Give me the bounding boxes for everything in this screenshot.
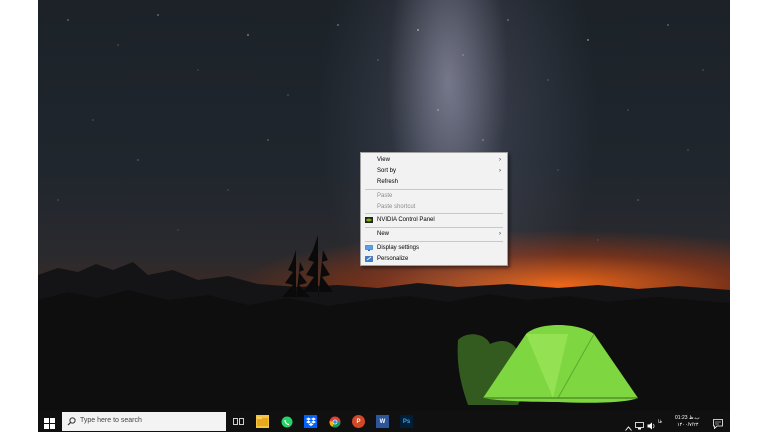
display-icon	[365, 245, 373, 251]
menu-item-new[interactable]: New ›	[361, 229, 507, 239]
word-icon: W	[379, 418, 386, 425]
menu-separator	[365, 241, 503, 242]
photoshop-button[interactable]: Ps	[400, 415, 413, 428]
photoshop-icon: Ps	[402, 418, 411, 425]
chrome-button[interactable]	[328, 415, 341, 428]
menu-item-nvidia-control-panel[interactable]: NVIDIA Control Panel	[361, 215, 507, 225]
menu-item-personalize-label: Personalize	[377, 256, 409, 262]
taskbar: Type here to search P W Ps فا 01:23 ب.ظ …	[38, 411, 730, 432]
powerpoint-button[interactable]: P	[352, 415, 365, 428]
clock-time: 01:23 ب.ظ	[675, 415, 700, 421]
notification-icon	[713, 419, 723, 430]
whatsapp-button[interactable]	[280, 415, 293, 428]
search-placeholder: Type here to search	[80, 417, 142, 424]
whatsapp-icon	[281, 416, 292, 427]
chrome-icon	[329, 416, 340, 427]
menu-item-personalize[interactable]: Personalize	[361, 254, 507, 264]
action-center-button[interactable]	[713, 416, 723, 432]
chevron-up-icon	[625, 426, 632, 431]
menu-separator	[365, 189, 503, 190]
menu-separator	[365, 213, 503, 214]
windows-logo-icon	[44, 418, 55, 429]
menu-item-sort-by-label: Sort by	[377, 168, 397, 174]
speaker-icon	[647, 422, 655, 430]
search-icon	[67, 417, 76, 426]
menu-item-refresh-label: Refresh	[377, 179, 399, 185]
menu-item-paste[interactable]: Paste	[361, 191, 507, 201]
menu-item-paste-shortcut-label: Paste shortcut	[377, 204, 416, 210]
menu-item-paste-label: Paste	[377, 193, 393, 199]
desktop-context-menu: View › Sort by › Refresh Paste Paste sho…	[360, 152, 508, 266]
chevron-right-icon: ›	[499, 231, 501, 237]
menu-item-view[interactable]: View ›	[361, 155, 507, 165]
task-view-icon	[233, 418, 244, 425]
volume-button[interactable]	[647, 417, 656, 432]
nvidia-icon	[365, 217, 373, 223]
screen: View › Sort by › Refresh Paste Paste sho…	[38, 0, 730, 432]
file-explorer-button[interactable]	[256, 415, 269, 428]
file-explorer-icon	[257, 417, 268, 426]
network-icon	[635, 422, 644, 430]
menu-item-display-settings-label: Display settings	[377, 245, 420, 251]
dropbox-icon	[305, 417, 316, 426]
taskbar-search-box[interactable]: Type here to search	[62, 412, 226, 431]
menu-item-nvidia-label: NVIDIA Control Panel	[377, 217, 435, 223]
clock[interactable]: 01:23 ب.ظ ۱۴۰۰/۷/۲۴	[672, 413, 710, 430]
show-hidden-icons-button[interactable]	[625, 418, 632, 432]
chevron-right-icon: ›	[499, 157, 501, 163]
word-button[interactable]: W	[376, 415, 389, 428]
desktop[interactable]: View › Sort by › Refresh Paste Paste sho…	[38, 0, 730, 411]
task-view-button[interactable]	[232, 415, 245, 428]
network-button[interactable]	[635, 417, 644, 432]
dropbox-button[interactable]	[304, 415, 317, 428]
clock-date: ۱۴۰۰/۷/۲۴	[677, 422, 699, 428]
menu-item-sort-by[interactable]: Sort by ›	[361, 166, 507, 176]
language-indicator[interactable]: فا	[658, 419, 662, 425]
personalize-icon	[365, 256, 373, 262]
chevron-right-icon: ›	[499, 168, 501, 174]
menu-item-refresh[interactable]: Refresh	[361, 177, 507, 187]
menu-separator	[365, 227, 503, 228]
menu-item-paste-shortcut[interactable]: Paste shortcut	[361, 202, 507, 212]
menu-item-new-label: New	[377, 231, 390, 237]
start-button[interactable]	[44, 416, 55, 429]
powerpoint-icon: P	[356, 418, 361, 425]
menu-item-display-settings[interactable]: Display settings	[361, 243, 507, 253]
menu-item-view-label: View	[377, 157, 390, 163]
